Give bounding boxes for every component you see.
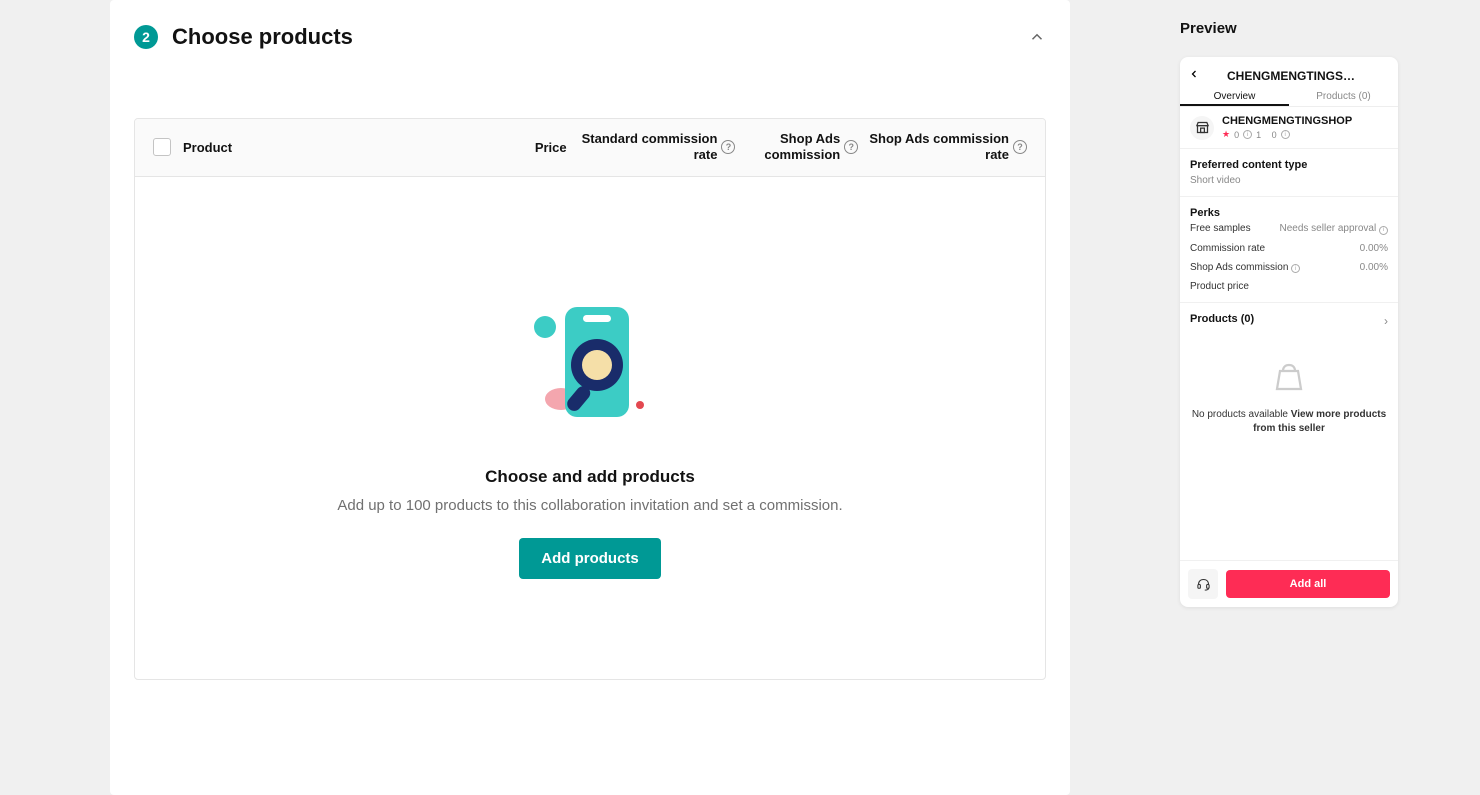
column-shop-ads-rate: Shop Ads commissionrate [869,131,1009,164]
commission-value: 0.00% [1360,243,1388,254]
product-price-label: Product price [1190,281,1249,292]
products-section-header[interactable]: Products (0) › [1180,303,1398,339]
step-title: Choose products [172,24,353,50]
free-samples-value: Needs seller approval i [1280,223,1389,235]
empty-subtitle: Add up to 100 products to this collabora… [337,497,842,514]
help-icon[interactable]: ? [844,140,858,154]
products-table: Product Price Standard commissionrate ? … [134,118,1046,680]
free-samples-label: Free samples [1190,223,1251,234]
shop-name: CHENGMENGTINGSHOP [1222,115,1352,127]
select-all-checkbox[interactable] [153,138,171,156]
collapse-toggle[interactable] [1028,28,1046,46]
column-price: Price [429,140,567,155]
column-product: Product [181,140,429,155]
shop-ads-label: Shop Ads commission i [1190,262,1300,274]
info-icon: i [1281,130,1290,139]
empty-illustration [525,297,655,427]
content-type-value: Short video [1190,175,1388,186]
shop-stats: ★ 0 i 1 0 i [1222,129,1352,140]
column-shop-ads: Shop Adscommission [764,131,840,164]
help-icon[interactable]: ? [1013,140,1027,154]
info-icon: i [1243,130,1252,139]
content-type-title: Preferred content type [1190,159,1388,171]
preview-label: Preview [1180,20,1440,37]
shop-icon [1190,116,1214,140]
column-standard-rate: Standard commissionrate [582,131,718,164]
chevron-right-icon: › [1384,314,1388,328]
products-count-title: Products (0) [1190,313,1254,325]
add-products-button[interactable]: Add products [519,538,661,579]
chevron-up-icon [1028,28,1046,46]
back-button[interactable] [1188,67,1200,85]
empty-title: Choose and add products [485,467,695,487]
info-icon: i [1379,226,1388,235]
info-icon: i [1291,264,1300,273]
help-icon[interactable]: ? [721,140,735,154]
table-header-row: Product Price Standard commissionrate ? … [135,119,1045,177]
storefront-icon [1195,120,1210,135]
phone-preview: CHENGMENGTINGS… Overview Products (0) CH… [1180,57,1398,607]
perks-title: Perks [1190,207,1388,219]
headset-icon [1196,577,1211,592]
star-icon: ★ [1222,129,1230,140]
step-card: 2 Choose products Product Pr [110,0,1070,795]
tab-overview[interactable]: Overview [1180,89,1289,106]
add-all-button[interactable]: Add all [1226,570,1390,598]
chevron-left-icon [1188,68,1200,80]
bag-icon [1271,359,1307,398]
support-button[interactable] [1188,569,1218,599]
tab-products[interactable]: Products (0) [1289,89,1398,106]
products-empty-text: No products available View more products… [1180,398,1398,435]
step-header: 2 Choose products [110,0,1070,70]
step-number-badge: 2 [134,25,158,49]
shop-ads-value: 0.00% [1360,262,1388,273]
commission-label: Commission rate [1190,243,1265,254]
preview-header-title: CHENGMENGTINGS… [1208,69,1390,83]
empty-state: Choose and add products Add up to 100 pr… [135,177,1045,679]
